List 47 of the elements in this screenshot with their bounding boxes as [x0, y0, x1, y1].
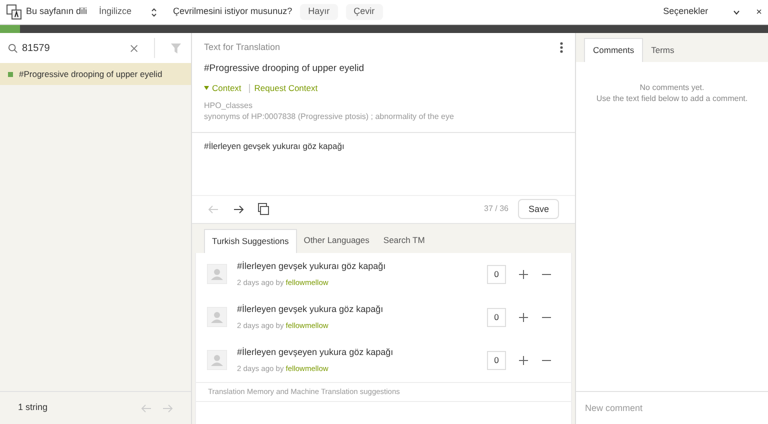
- string-count: 1 string: [18, 401, 48, 414]
- helper-tab[interactable]: Other Languages: [296, 228, 376, 253]
- vote-count: 0: [487, 350, 506, 370]
- source-header: Text for Translation: [204, 40, 280, 54]
- source-text: #Progressive drooping of upper eyelid: [204, 62, 366, 76]
- chevron-updown-icon: [151, 8, 158, 16]
- new-comment-field[interactable]: New comment: [576, 391, 768, 424]
- translate-option-button[interactable]: Çevir: [346, 4, 383, 20]
- suggestion-text: #İlerleyen gevşeyen yukura göz kapağı: [237, 346, 394, 360]
- translate-icon: [6, 4, 22, 20]
- options-select[interactable]: Seçenekler: [663, 5, 726, 19]
- language-select[interactable]: İngilizce: [95, 4, 162, 20]
- avatar-icon: [207, 350, 227, 370]
- string-list-item[interactable]: #Progressive drooping of upper eyelid: [0, 63, 191, 85]
- right-arrow-icon[interactable]: [233, 204, 244, 214]
- vote-count: 0: [487, 308, 506, 327]
- caret-icon: [204, 86, 209, 90]
- character-count: 37 / 36: [484, 203, 508, 216]
- string-text: #Progressive drooping of upper eyelid: [19, 68, 162, 80]
- suggestion-text: #İlerleyen gevşek yukuraı göz kapağı: [237, 260, 386, 274]
- chevron-down-icon: [733, 10, 740, 14]
- more-options-icon[interactable]: [560, 42, 563, 53]
- page-language-label: Bu sayfanın dili: [26, 5, 88, 18]
- translate-option-button[interactable]: Hayır: [300, 4, 338, 20]
- vote-count: 0: [487, 264, 506, 284]
- translation-field[interactable]: #İlerleyen gevşek yukuraı göz kapağı: [192, 132, 575, 195]
- empty-comments-text: No comments yet.: [640, 82, 704, 93]
- search-icon: [8, 42, 18, 54]
- empty-comments-text: Use the text field below to add a comment.: [596, 93, 748, 104]
- translate-question: Çevrilmesini istiyor musunuz?: [173, 5, 292, 18]
- comments-tab[interactable]: Terms: [643, 38, 682, 62]
- clear-icon[interactable]: [130, 44, 138, 52]
- copy-icon[interactable]: [258, 203, 269, 216]
- avatar-icon: [207, 307, 227, 328]
- suggestion-text: #İlerleyen gevşek yukura göz kapağı: [237, 303, 384, 316]
- plus-icon[interactable]: [519, 270, 528, 279]
- context-line: synonyms of HP:0007838 (Progressive ptosis) ; abnormality of the eye: [204, 110, 455, 122]
- save-button[interactable]: Save: [518, 199, 559, 220]
- helper-tab[interactable]: Turkish Suggestions: [204, 228, 297, 253]
- search-field[interactable]: 81579: [22, 38, 122, 58]
- context-line: HPO_classes: [204, 100, 254, 111]
- close-button[interactable]: ×: [756, 4, 762, 20]
- avatar-icon: [207, 264, 227, 284]
- helper-tab[interactable]: Search TM: [376, 228, 432, 253]
- comments-tab[interactable]: Comments: [584, 38, 644, 62]
- plus-icon[interactable]: [519, 312, 528, 322]
- plus-icon[interactable]: [519, 356, 528, 365]
